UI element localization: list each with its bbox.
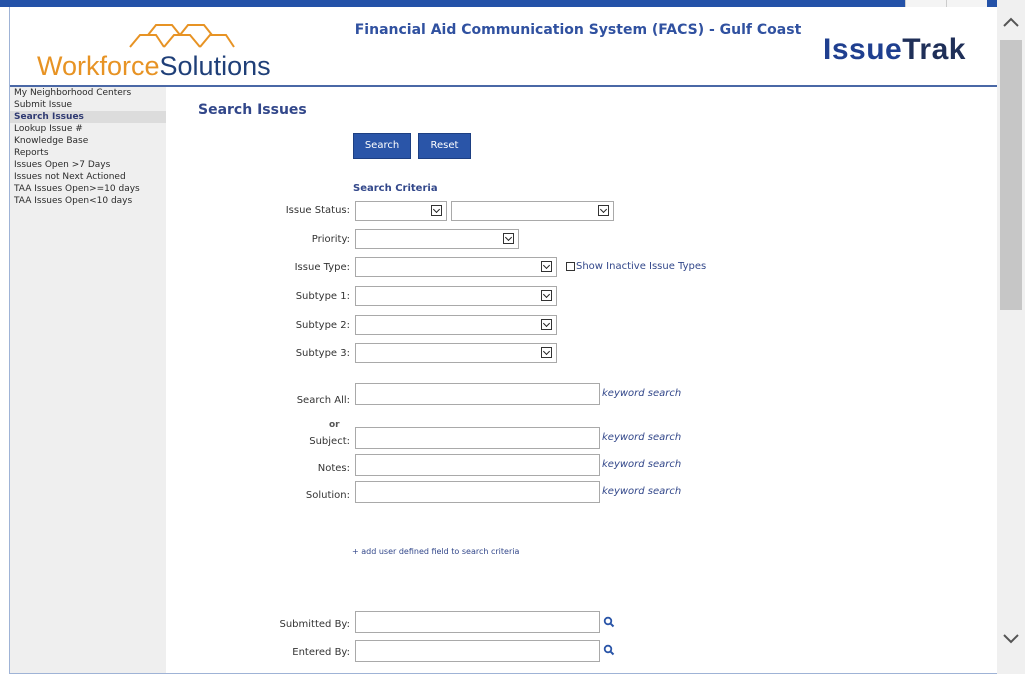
subject-label: Subject: bbox=[309, 436, 350, 447]
chevron-down-icon bbox=[541, 347, 552, 358]
issue-status-sub-select[interactable] bbox=[451, 201, 614, 221]
chevron-down-icon bbox=[541, 319, 552, 330]
chevron-down-icon bbox=[541, 290, 552, 301]
logo-word-solutions: Solutions bbox=[159, 51, 271, 81]
search-all-label: Search All: bbox=[296, 395, 350, 406]
sidebar-item-knowledge-base[interactable]: Knowledge Base bbox=[10, 135, 166, 147]
page-title: Search Issues bbox=[198, 102, 307, 118]
reset-button[interactable]: Reset bbox=[418, 133, 471, 159]
solution-keyword-link[interactable]: keyword search bbox=[602, 486, 681, 497]
app-title: Financial Aid Communication System (FACS… bbox=[354, 22, 802, 38]
issuetrak-logo: IssueTrak bbox=[823, 33, 966, 67]
sidebar-item-reports[interactable]: Reports bbox=[10, 147, 166, 159]
chevron-down-icon[interactable] bbox=[997, 624, 1025, 654]
subject-keyword-link[interactable]: keyword search bbox=[602, 432, 681, 443]
subject-input[interactable] bbox=[355, 427, 600, 449]
notes-keyword-link[interactable]: keyword search bbox=[602, 459, 681, 470]
vertical-scrollbar[interactable] bbox=[997, 0, 1025, 674]
page-frame: WorkforceSolutions Financial Aid Communi… bbox=[9, 7, 997, 674]
sidebar-item-lookup-issue[interactable]: Lookup Issue # bbox=[10, 123, 166, 135]
issue-status-select[interactable] bbox=[355, 201, 447, 221]
submitted-by-label: Submitted By: bbox=[279, 619, 351, 630]
issue-type-label: Issue Type: bbox=[294, 262, 350, 273]
sidebar-item-taa-issues-open-lt-10[interactable]: TAA Issues Open<10 days bbox=[10, 195, 166, 207]
window-control[interactable] bbox=[905, 0, 946, 7]
logo-word-workforce: Workforce bbox=[37, 51, 160, 81]
chevron-down-icon bbox=[503, 233, 514, 244]
chevron-down-icon bbox=[431, 205, 442, 216]
notes-label: Notes: bbox=[317, 463, 350, 474]
sidebar-item-search-issues[interactable]: Search Issues bbox=[10, 111, 166, 123]
show-inactive-checkbox[interactable] bbox=[566, 262, 575, 271]
subtype3-label: Subtype 3: bbox=[295, 348, 350, 359]
priority-label: Priority: bbox=[311, 234, 350, 245]
issue-status-label: Issue Status: bbox=[285, 205, 350, 216]
solution-label: Solution: bbox=[305, 490, 350, 501]
search-icon[interactable] bbox=[603, 616, 615, 628]
workforce-solutions-logo: WorkforceSolutions bbox=[37, 51, 271, 82]
issue-type-select[interactable] bbox=[355, 257, 557, 277]
search-button[interactable]: Search bbox=[353, 133, 411, 159]
search-icon[interactable] bbox=[603, 644, 615, 656]
sidebar-item-submit-issue[interactable]: Submit Issue bbox=[10, 99, 166, 111]
submitted-by-input[interactable] bbox=[355, 611, 600, 633]
subtype2-select[interactable] bbox=[355, 315, 557, 335]
subtype1-label: Subtype 1: bbox=[295, 291, 350, 302]
brand-issue: Issue bbox=[823, 33, 903, 66]
notes-input[interactable] bbox=[355, 454, 600, 476]
chevron-down-icon bbox=[541, 261, 552, 272]
entered-by-label: Entered By: bbox=[292, 647, 350, 658]
search-all-keyword-link[interactable]: keyword search bbox=[602, 388, 681, 399]
chevron-down-icon bbox=[598, 205, 609, 216]
subtype3-select[interactable] bbox=[355, 343, 557, 363]
add-user-defined-field-link[interactable]: + add user defined field to search crite… bbox=[352, 547, 519, 556]
header: WorkforceSolutions Financial Aid Communi… bbox=[10, 7, 997, 87]
subtype1-select[interactable] bbox=[355, 286, 557, 306]
show-inactive-label[interactable]: Show Inactive Issue Types bbox=[576, 261, 706, 272]
priority-select[interactable] bbox=[355, 229, 519, 249]
browser-top-bar bbox=[0, 0, 1025, 7]
entered-by-input[interactable] bbox=[355, 640, 600, 662]
brand-trak: Trak bbox=[902, 33, 966, 66]
subtype2-label: Subtype 2: bbox=[295, 320, 350, 331]
sidebar-item-taa-issues-open-gte-10[interactable]: TAA Issues Open>=10 days bbox=[10, 183, 166, 195]
sidebar-item-my-neighborhood-centers[interactable]: My Neighborhood Centers bbox=[10, 87, 166, 99]
window-control[interactable] bbox=[946, 0, 987, 7]
sidebar-item-issues-not-next-actioned[interactable]: Issues not Next Actioned bbox=[10, 171, 166, 183]
chevron-up-icon[interactable] bbox=[997, 8, 1025, 38]
sidebar-item-issues-open-7-days[interactable]: Issues Open >7 Days bbox=[10, 159, 166, 171]
solution-input[interactable] bbox=[355, 481, 600, 503]
scrollbar-thumb[interactable] bbox=[1000, 40, 1022, 310]
search-criteria-heading: Search Criteria bbox=[353, 183, 438, 194]
search-all-input[interactable] bbox=[355, 383, 600, 405]
or-separator: or bbox=[329, 420, 340, 430]
sidebar: My Neighborhood Centers Submit Issue Sea… bbox=[10, 87, 166, 673]
